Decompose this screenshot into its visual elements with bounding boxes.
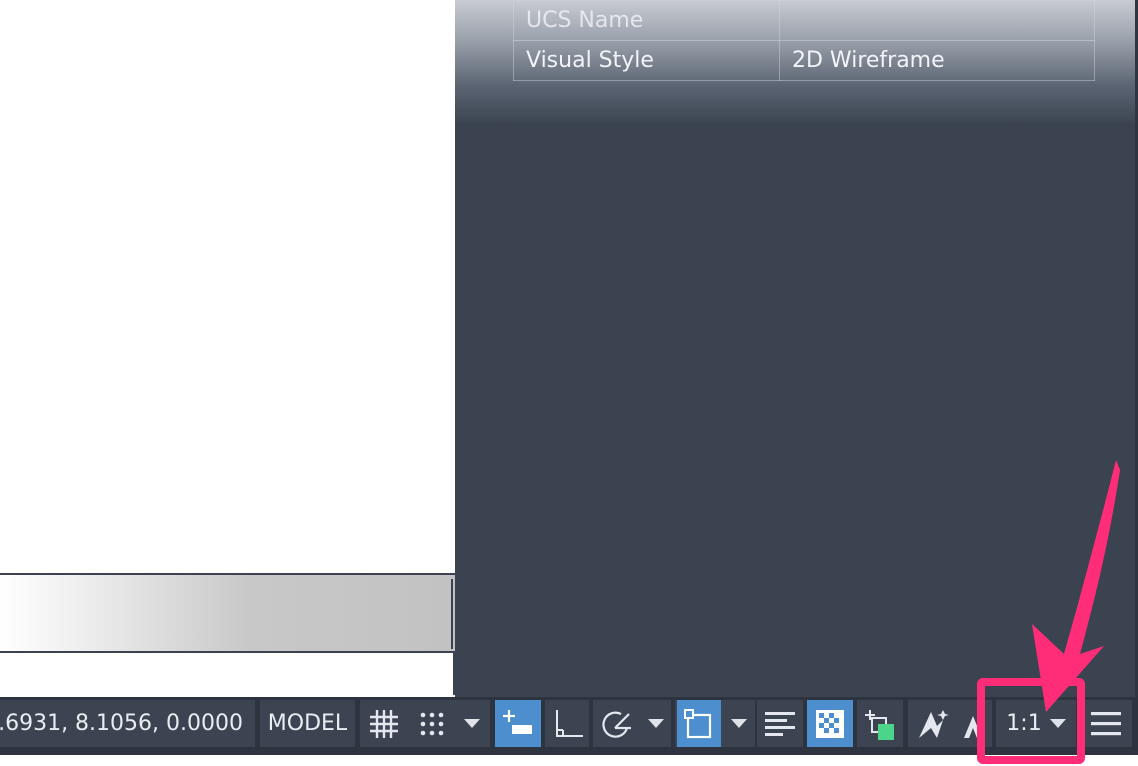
coordinates-readout[interactable]: 33.6931, 8.1056, 0.0000 — [0, 700, 255, 747]
polar-tracking-icon[interactable] — [597, 700, 637, 747]
polar-dropdown-caret-icon[interactable] — [642, 700, 670, 747]
snap-mode-icon[interactable] — [412, 700, 452, 747]
property-key: Visual Style — [513, 40, 780, 81]
annotation-scale-value: 1:1 — [1006, 711, 1042, 736]
property-key: UCS Name — [513, 0, 780, 41]
selection-cycling-icon[interactable] — [857, 700, 903, 747]
object-snap-icon[interactable] — [677, 700, 721, 747]
property-value[interactable] — [779, 0, 1095, 41]
lineweight-icon[interactable] — [757, 700, 803, 747]
scale-dropdown-caret-icon — [1049, 719, 1066, 728]
properties-table: UCS Name Visual Style 2D Wireframe — [513, 0, 1095, 81]
drawing-canvas[interactable] — [0, 0, 455, 573]
properties-panel: UCS Name Visual Style 2D Wireframe — [455, 0, 1138, 697]
auto-scale-icon[interactable] — [958, 700, 988, 747]
annotation-visibility-icon[interactable] — [912, 700, 954, 747]
annotation-scale-dropdown[interactable]: 1:1 — [996, 700, 1076, 747]
dynamic-input-icon[interactable] — [495, 700, 541, 747]
ortho-mode-icon[interactable] — [545, 700, 589, 747]
transparency-icon[interactable] — [807, 700, 853, 747]
status-bar: 33.6931, 8.1056, 0.0000 MODEL — [0, 697, 1138, 755]
property-row-ucs-name[interactable]: UCS Name — [513, 0, 1095, 41]
grid-icon[interactable] — [364, 700, 404, 747]
snap-dropdown-caret-icon[interactable] — [458, 700, 486, 747]
property-row-visual-style[interactable]: Visual Style 2D Wireframe — [513, 40, 1095, 81]
property-value[interactable]: 2D Wireframe — [779, 40, 1095, 81]
command-line-input[interactable] — [0, 653, 455, 695]
window-bottom-edge — [0, 755, 1138, 766]
model-space-button[interactable]: MODEL — [260, 700, 355, 747]
command-history — [0, 573, 455, 653]
customization-menu-icon[interactable] — [1080, 700, 1132, 747]
osnap-dropdown-caret-icon[interactable] — [725, 700, 753, 747]
